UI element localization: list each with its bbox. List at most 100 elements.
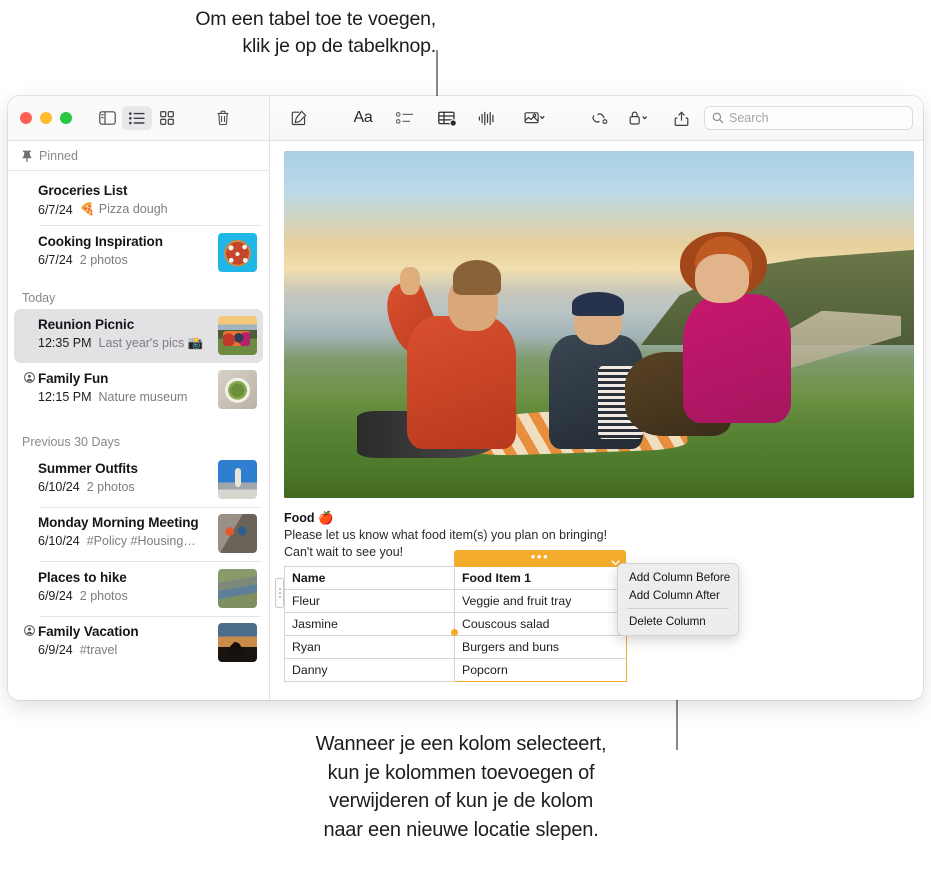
note-preview: 2 photos: [79, 588, 128, 603]
table-row: Danny Popcorn: [284, 658, 627, 682]
note-hero-photo: [284, 151, 914, 498]
table-column-drag-dot[interactable]: [451, 629, 458, 636]
note-preview: 2 photos: [86, 479, 135, 494]
lock-slot: [20, 623, 38, 636]
note-date: 6/10/24: [38, 534, 80, 548]
note-title: Cooking Inspiration: [38, 233, 163, 249]
table-cell-name[interactable]: Fleur: [284, 589, 455, 613]
note-text: Cooking Inspiration 6/7/24 2 photos: [38, 233, 218, 267]
table-header-row: Name Food Item 1: [284, 566, 627, 590]
note-title: Monday Morning Meeting: [38, 515, 199, 530]
media-photo-icon[interactable]: [514, 106, 554, 130]
format-aa-icon[interactable]: Aa: [346, 106, 380, 130]
table-cell-food[interactable]: Veggie and fruit tray: [454, 589, 627, 613]
note-meta: 6/9/24 2 photos: [38, 589, 212, 603]
list-item-reunion-picnic[interactable]: Reunion Picnic 12:35 PM Last year's pics…: [14, 308, 263, 363]
list-view-icon[interactable]: [122, 106, 152, 130]
table-header-cell-name[interactable]: Name: [284, 566, 455, 590]
note-meta: 6/9/24 #travel: [38, 643, 212, 657]
table-header-cell-food-item-1[interactable]: Food Item 1: [454, 566, 627, 590]
window-controls: [20, 112, 72, 124]
note-editor[interactable]: Food 🍎 Please let us know what food item…: [270, 141, 923, 700]
note-meta: 6/10/24 2 photos: [38, 480, 212, 494]
note-thumbnail: [218, 369, 257, 409]
sidebar-section-today-header: Today: [22, 290, 56, 305]
note-text: Places to hike 6/9/24 2 photos: [38, 569, 218, 603]
note-date: 12:35 PM: [38, 336, 92, 350]
note-title: Places to hike: [38, 569, 127, 585]
note-preview: 2 photos: [79, 252, 128, 267]
note-text: Monday Morning Meeting 6/10/24 #Policy #…: [38, 514, 218, 548]
list-item-groceries-list[interactable]: Groceries List 6/7/24 🍕 Pizza dough: [14, 175, 263, 225]
search-input[interactable]: Search: [704, 106, 913, 130]
trash-icon[interactable]: [208, 106, 238, 130]
menu-item-add-column-after[interactable]: Add Column After: [618, 586, 738, 604]
note-date: 12:15 PM: [38, 389, 92, 404]
audio-waveform-icon[interactable]: [472, 106, 502, 130]
note-date: 6/7/24: [38, 252, 73, 267]
note-meta: 6/7/24 2 photos: [38, 253, 212, 267]
note-section-heading: Food 🍎: [284, 511, 334, 525]
photo-person-right: [625, 227, 800, 449]
toolbar-right-section: Aa Search: [270, 96, 923, 140]
note-text: Summer Outfits 6/10/24 2 photos: [38, 460, 218, 494]
note-table[interactable]: Name Food Item 1 Fleur Veggie and fruit …: [284, 566, 627, 682]
notes-sidebar[interactable]: Pinned Groceries List 6/7/24 🍕 Pizza dou…: [8, 141, 270, 700]
checklist-icon[interactable]: [390, 106, 420, 130]
column-selector-dots: •••: [530, 549, 550, 564]
note-thumbnail: [218, 623, 257, 662]
menu-item-delete-column[interactable]: Delete Column: [618, 613, 738, 631]
lock-slot: [20, 233, 38, 235]
column-context-menu[interactable]: Add Column Before Add Column After Delet…: [617, 563, 739, 636]
note-thumbnail: [218, 315, 257, 355]
table-row-handle[interactable]: [275, 578, 284, 608]
search-icon: [712, 112, 724, 124]
compose-icon[interactable]: [284, 106, 314, 130]
photo-person-left: [357, 234, 523, 459]
table-row: Ryan Burgers and buns: [284, 635, 627, 659]
locked-account-icon: [23, 625, 35, 636]
note-preview: Nature museum: [98, 389, 188, 404]
sidebar-section-title: Pinned: [39, 149, 78, 163]
close-window-button[interactable]: [20, 112, 32, 124]
note-text: Reunion Picnic 12:35 PM Last year's pics…: [38, 316, 218, 351]
note-title: Summer Outfits: [38, 460, 138, 476]
table-icon[interactable]: [432, 106, 462, 130]
toolbar: Aa Search: [8, 96, 923, 141]
note-title: Reunion Picnic: [38, 316, 135, 332]
locked-account-icon: [23, 371, 35, 383]
note-title: Family Fun: [38, 370, 109, 386]
table-cell-food[interactable]: Burgers and buns: [454, 635, 627, 659]
list-item-family-fun[interactable]: Family Fun 12:15 PM Nature museum: [14, 363, 263, 417]
collaborate-link-icon[interactable]: [584, 106, 614, 130]
note-preview: #Policy #Housing…: [86, 534, 196, 548]
table-cell-food[interactable]: Couscous salad: [454, 612, 627, 636]
table-cell-name[interactable]: Danny: [284, 658, 455, 682]
sidebar-section-previous-30-days-header: Previous 30 Days: [22, 434, 120, 449]
note-preview: 🍕 Pizza dough: [79, 202, 168, 216]
note-thumbnail: [218, 514, 257, 553]
lock-icon[interactable]: [622, 106, 654, 130]
note-text: Family Fun 12:15 PM Nature museum: [38, 370, 218, 404]
minimize-window-button[interactable]: [40, 112, 52, 124]
gallery-view-icon[interactable]: [152, 106, 182, 130]
list-item-cooking-inspiration[interactable]: Cooking Inspiration 6/7/24 2 photos: [14, 226, 263, 280]
share-icon[interactable]: [666, 106, 696, 130]
list-item-summer-outfits[interactable]: Summer Outfits 6/10/24 2 photos: [14, 453, 263, 507]
list-item-monday-morning-meeting[interactable]: Monday Morning Meeting 6/10/24 #Policy #…: [14, 507, 263, 561]
menu-separator: [627, 608, 729, 609]
note-meta: 6/7/24 🍕 Pizza dough: [38, 202, 251, 217]
note-preview: Last year's pics 📸: [98, 335, 204, 350]
sidebar-toggle-icon[interactable]: [92, 106, 122, 130]
table-cell-name[interactable]: Ryan: [284, 635, 455, 659]
table-cell-name[interactable]: Jasmine: [284, 612, 455, 636]
list-item-places-to-hike[interactable]: Places to hike 6/9/24 2 photos: [14, 562, 263, 616]
note-date: 6/7/24: [38, 202, 73, 217]
search-placeholder: Search: [729, 111, 769, 125]
table-cell-food[interactable]: Popcorn: [454, 658, 627, 682]
note-thumbnail: [218, 568, 257, 608]
table-column-selector-bar[interactable]: •••: [454, 550, 626, 566]
list-item-family-vacation[interactable]: Family Vacation 6/9/24 #travel: [14, 616, 263, 670]
zoom-window-button[interactable]: [60, 112, 72, 124]
menu-item-add-column-before[interactable]: Add Column Before: [618, 568, 738, 586]
